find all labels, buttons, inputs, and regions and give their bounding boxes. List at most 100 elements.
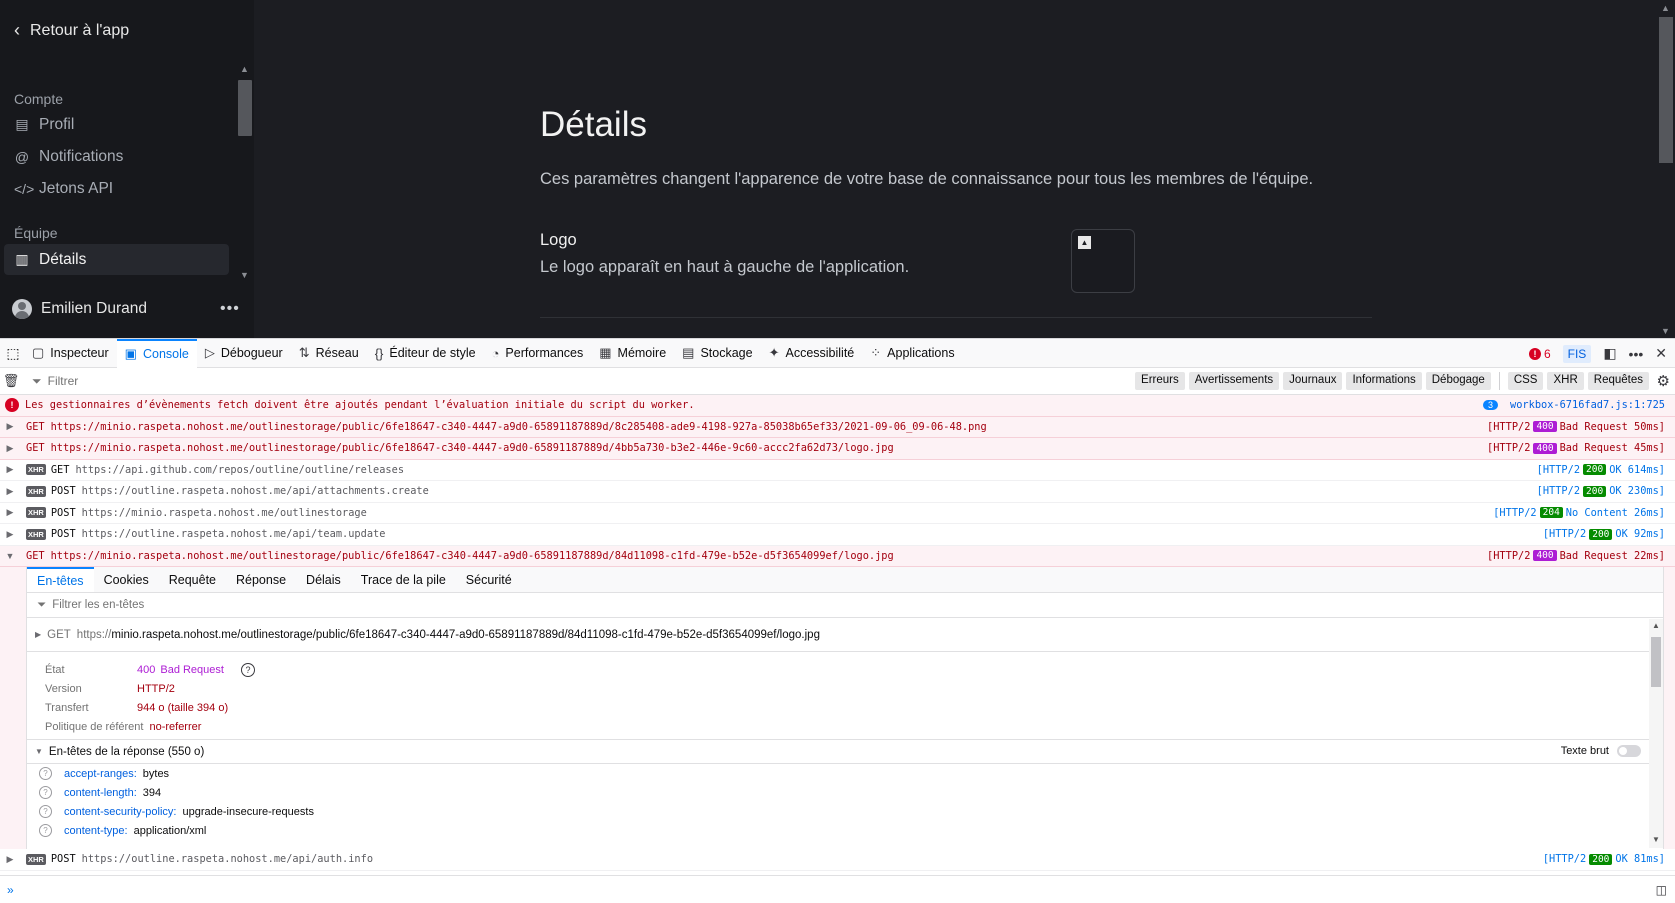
scrollbar-thumb[interactable] — [1659, 17, 1673, 163]
help-icon[interactable]: ? — [240, 662, 255, 677]
filter-warnings-button[interactable]: Avertissements — [1188, 372, 1280, 390]
tab-accessibility[interactable]: ✦ Accessibilité — [761, 339, 863, 368]
scroll-up-icon[interactable]: ▲ — [240, 64, 249, 74]
more-options-icon[interactable]: ••• — [220, 300, 240, 318]
tab-network[interactable]: ⇅ Réseau — [291, 339, 367, 368]
request-url[interactable]: https://api.github.com/repos/outline/out… — [75, 464, 404, 476]
filter-info-button[interactable]: Informations — [1346, 372, 1422, 390]
filter-xhr-button[interactable]: XHR — [1547, 372, 1584, 390]
filter-requests-button[interactable]: Requêtes — [1587, 372, 1649, 390]
filter-debug-button[interactable]: Débogage — [1425, 372, 1491, 390]
expand-triangle-icon[interactable]: ▶ — [35, 630, 41, 639]
filter-errors-button[interactable]: Erreurs — [1135, 372, 1185, 390]
sidebar-item-api-tokens[interactable]: </> Jetons API — [4, 173, 229, 204]
request-url[interactable]: https://outline.raspeta.nohost.me/api/au… — [82, 853, 373, 865]
expand-triangle-icon[interactable]: ▶ — [0, 486, 20, 497]
filter-css-button[interactable]: CSS — [1507, 372, 1544, 390]
sidebar-scrollbar[interactable]: ▲ ▼ — [236, 62, 254, 284]
raw-toggle-switch[interactable] — [1617, 745, 1641, 757]
summary-key: Politique de référent — [45, 720, 144, 733]
scroll-down-icon[interactable]: ▼ — [1661, 326, 1670, 336]
tab-console[interactable]: ▣ Console — [116, 338, 197, 368]
tab-request[interactable]: Requête — [159, 567, 226, 592]
scrollbar-thumb[interactable] — [1651, 637, 1661, 687]
help-icon[interactable]: ? — [39, 805, 52, 818]
expand-triangle-icon[interactable]: ▶ — [0, 443, 20, 454]
sidebar-item-notifications[interactable]: @ Notifications — [4, 141, 229, 172]
request-url[interactable]: https://outline.raspeta.nohost.me/api/at… — [82, 485, 429, 497]
help-icon[interactable]: ? — [39, 767, 52, 780]
console-error-row[interactable]: ! Les gestionnaires d’évènements fetch d… — [0, 395, 1675, 417]
scroll-up-icon[interactable]: ▲ — [1661, 3, 1670, 13]
request-url[interactable]: https://minio.raspeta.nohost.me/outlines… — [82, 507, 367, 519]
response-headers-header[interactable]: ▼ En-têtes de la réponse (550 o) Texte b… — [27, 740, 1663, 764]
tab-label: Éditeur de style — [389, 346, 476, 360]
network-row[interactable]: ▶ XHR POST https://outline.raspeta.nohos… — [0, 481, 1675, 503]
network-row[interactable]: ▶ GET https://minio.raspeta.nohost.me/ou… — [0, 438, 1675, 460]
network-row[interactable]: ▶ XHR POST https://outline.raspeta.nohos… — [0, 849, 1675, 871]
tab-response[interactable]: Réponse — [226, 567, 296, 592]
expand-triangle-icon[interactable]: ▶ — [0, 507, 20, 518]
tab-stack-trace[interactable]: Trace de la pile — [351, 567, 456, 592]
help-icon[interactable]: ? — [39, 786, 52, 799]
headers-filter-input[interactable]: ⏷ Filtrer les en-têtes — [27, 593, 1663, 618]
request-url[interactable]: https://minio.raspeta.nohost.me/outlines… — [51, 550, 894, 562]
logo-upload[interactable]: ▲ — [1071, 229, 1135, 293]
console-input[interactable]: » ◫ — [0, 875, 1675, 903]
tab-storage[interactable]: ▤ Stockage — [674, 339, 760, 368]
sidebar-item-profile[interactable]: ▤ Profil — [4, 109, 229, 140]
network-row-expanded[interactable]: ▼ GET https://minio.raspeta.nohost.me/ou… — [0, 545, 1675, 567]
tab-cookies[interactable]: Cookies — [94, 567, 159, 592]
expand-triangle-icon[interactable]: ▶ — [0, 854, 20, 865]
more-options-icon[interactable]: ••• — [1629, 346, 1644, 362]
request-url[interactable]: https://outline.raspeta.nohost.me/api/te… — [82, 528, 386, 540]
tab-timings[interactable]: Délais — [296, 567, 351, 592]
dock-side-icon[interactable]: ◧ — [1603, 345, 1616, 362]
element-picker-icon[interactable]: ⬚ — [2, 345, 24, 362]
main-scrollbar[interactable]: ▲ ▼ — [1657, 0, 1675, 338]
collapse-triangle-icon[interactable]: ▼ — [35, 747, 43, 756]
tab-security[interactable]: Sécurité — [456, 567, 522, 592]
scroll-down-icon[interactable]: ▼ — [1652, 835, 1660, 844]
tab-memory[interactable]: ▦ Mémoire — [591, 339, 674, 368]
tab-applications[interactable]: ⁘ Applications — [862, 339, 962, 368]
collapse-triangle-icon[interactable]: ▼ — [0, 551, 20, 561]
expand-triangle-icon[interactable]: ▶ — [0, 421, 20, 432]
close-icon[interactable]: ✕ — [1655, 345, 1667, 362]
tab-debugger[interactable]: ▷ Débogueur — [197, 339, 291, 368]
scrollbar-thumb[interactable] — [238, 80, 252, 136]
scroll-down-icon[interactable]: ▼ — [240, 270, 249, 280]
tab-inspector[interactable]: ▢ Inspecteur — [24, 339, 117, 368]
network-row[interactable]: ▶ XHR GET https://api.github.com/repos/o… — [0, 460, 1675, 481]
xhr-badge: XHR — [26, 464, 46, 476]
tab-style-editor[interactable]: {} Éditeur de style — [367, 339, 484, 368]
back-to-app-link[interactable]: ‹ Retour à l'app — [14, 20, 129, 41]
source-link[interactable]: workbox-6716fad7.js:1:725 — [1510, 399, 1665, 411]
raw-toggle[interactable]: Texte brut — [1561, 745, 1641, 757]
network-row[interactable]: ▶ GET https://minio.raspeta.nohost.me/ou… — [0, 416, 1675, 438]
help-icon[interactable]: ? — [39, 824, 52, 837]
xhr-badge: XHR — [26, 485, 46, 497]
profile-card-icon: ▤ — [15, 116, 29, 132]
network-row[interactable]: ▶ XHR POST https://outline.raspeta.nohos… — [0, 524, 1675, 546]
expand-triangle-icon[interactable]: ▶ — [0, 529, 20, 540]
request-line[interactable]: ▶ GET https://minio.raspeta.nohost.me/ou… — [27, 618, 1663, 652]
scroll-up-icon[interactable]: ▲ — [1652, 621, 1660, 630]
tab-headers[interactable]: En-têtes — [27, 567, 94, 592]
gear-icon[interactable]: ⚙ — [1657, 372, 1670, 390]
tab-performance[interactable]: ◔ Performances — [484, 339, 592, 368]
clear-console-icon[interactable]: 🗑 — [0, 373, 22, 389]
sidebar-toggle-icon[interactable]: ◫ — [1656, 883, 1667, 897]
locale-button[interactable]: FIS — [1562, 344, 1592, 363]
network-row[interactable]: ▶ XHR POST https://minio.raspeta.nohost.… — [0, 503, 1675, 524]
filter-logs-button[interactable]: Journaux — [1283, 372, 1343, 390]
console-filter-input[interactable]: ⏷ Filtrer — [32, 374, 1112, 389]
request-url[interactable]: https://minio.raspeta.nohost.me/outlines… — [51, 421, 987, 433]
sidebar-item-details[interactable]: ▥ Détails — [4, 244, 229, 275]
expand-triangle-icon[interactable]: ▶ — [0, 464, 20, 475]
status-text: OK 614ms] — [1609, 463, 1665, 476]
request-url[interactable]: https://minio.raspeta.nohost.me/outlines… — [51, 442, 894, 454]
details-scrollbar[interactable]: ▲ ▼ — [1649, 619, 1663, 848]
user-menu[interactable]: Emilien Durand — [12, 299, 242, 319]
error-count-badge[interactable]: ! 6 — [1528, 347, 1551, 361]
